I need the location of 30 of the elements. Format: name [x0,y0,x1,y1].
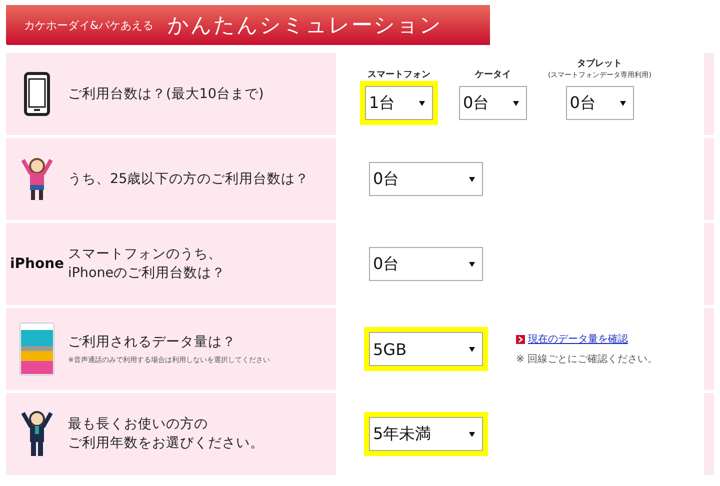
question-text: iPhoneのご利用台数は？ [68,264,226,283]
data-stack-icon [19,322,55,376]
column-heading: ケータイ [475,69,511,81]
header-subtitle: カケホーダイ&パケあえる [24,18,154,32]
man-figure-icon [19,409,55,459]
column-heading: スマートフォン [368,69,430,81]
girl-figure-icon [19,156,55,202]
data-usage-link[interactable]: 現在のデータ量を確認 [528,332,628,346]
smartphone-icon [24,72,50,116]
caret-icon [419,100,425,106]
caret-icon [469,262,475,266]
column-heading: タブレット [577,57,622,70]
question-text: ご利用年数をお選びください。 [68,434,264,453]
question-text: うち、25歳以下の方のご利用台数は？ [68,170,310,188]
caret-icon [513,100,519,106]
caret-icon [620,100,626,106]
question-text: ご利用台数は？(最大10台まで) [68,84,264,104]
arrow-icon [516,334,525,344]
question-text: ご利用されるデータ量は？ [68,332,236,352]
dropdown[interactable]: 5年未満 [364,412,488,456]
link-note: ※ 回線ごとにご確認ください。 [516,352,658,366]
header-title: かんたんシミュレーション [168,12,443,39]
question-text: スマートフォンのうち、 [68,245,222,264]
dropdown[interactable]: 5GB [364,327,488,371]
caret-icon [469,346,475,352]
dropdown[interactable]: 1台 [360,81,438,125]
question-text: 最も長くお使いの方の [68,415,208,434]
iphone-label: iPhone [10,256,64,272]
caret-icon [469,432,475,436]
caret-icon [469,176,475,182]
